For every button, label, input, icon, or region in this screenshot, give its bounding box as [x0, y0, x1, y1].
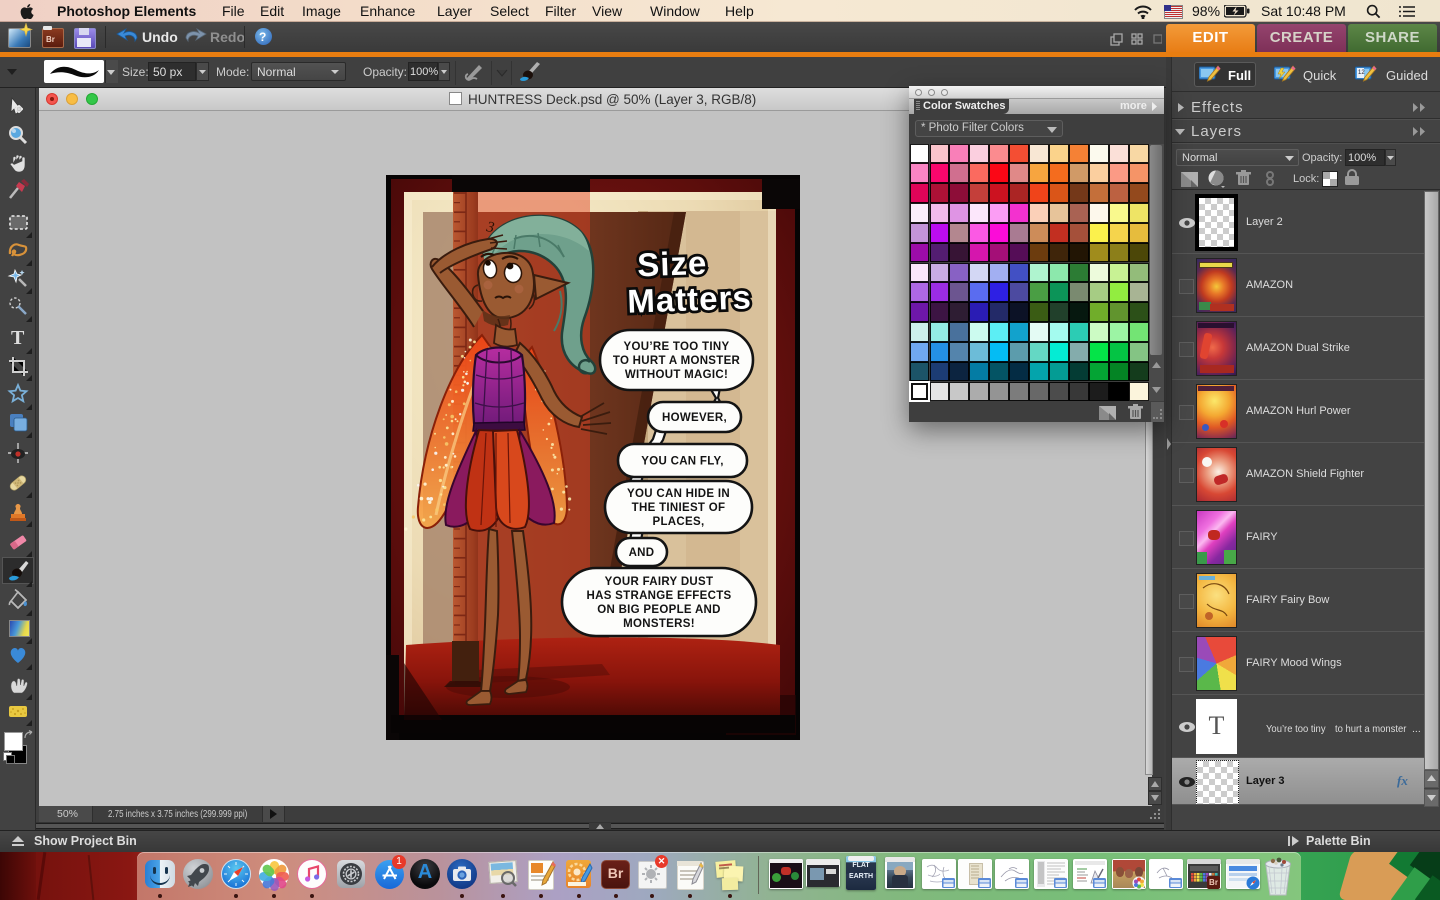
svg-text:THE TINIEST OF: THE TINIEST OF	[632, 502, 726, 514]
svg-text:12: 12	[1358, 70, 1365, 76]
svg-text:Size: Size	[637, 244, 708, 283]
svg-text:ON BIG PEOPLE AND: ON BIG PEOPLE AND	[597, 604, 721, 616]
svg-text:YOU CAN HIDE IN: YOU CAN HIDE IN	[627, 488, 730, 500]
svg-text:Matters: Matters	[627, 278, 753, 319]
svg-text:PLACES,: PLACES,	[653, 516, 705, 528]
svg-text:YOUR FAIRY DUST: YOUR FAIRY DUST	[605, 576, 714, 588]
svg-text:WITHOUT MAGIC!: WITHOUT MAGIC!	[625, 369, 728, 381]
svg-text:AND: AND	[629, 547, 655, 559]
svg-text:HAS STRANGE EFFECTS: HAS STRANGE EFFECTS	[587, 590, 732, 602]
svg-text:YOU’RE TOO TINY: YOU’RE TOO TINY	[624, 341, 730, 353]
svg-text:HOWEVER,: HOWEVER,	[662, 412, 727, 424]
svg-text:MONSTERS!: MONSTERS!	[623, 618, 695, 630]
svg-text:YOU CAN FLY,: YOU CAN FLY,	[641, 456, 723, 468]
svg-text:TO HURT A MONSTER: TO HURT A MONSTER	[613, 355, 741, 367]
